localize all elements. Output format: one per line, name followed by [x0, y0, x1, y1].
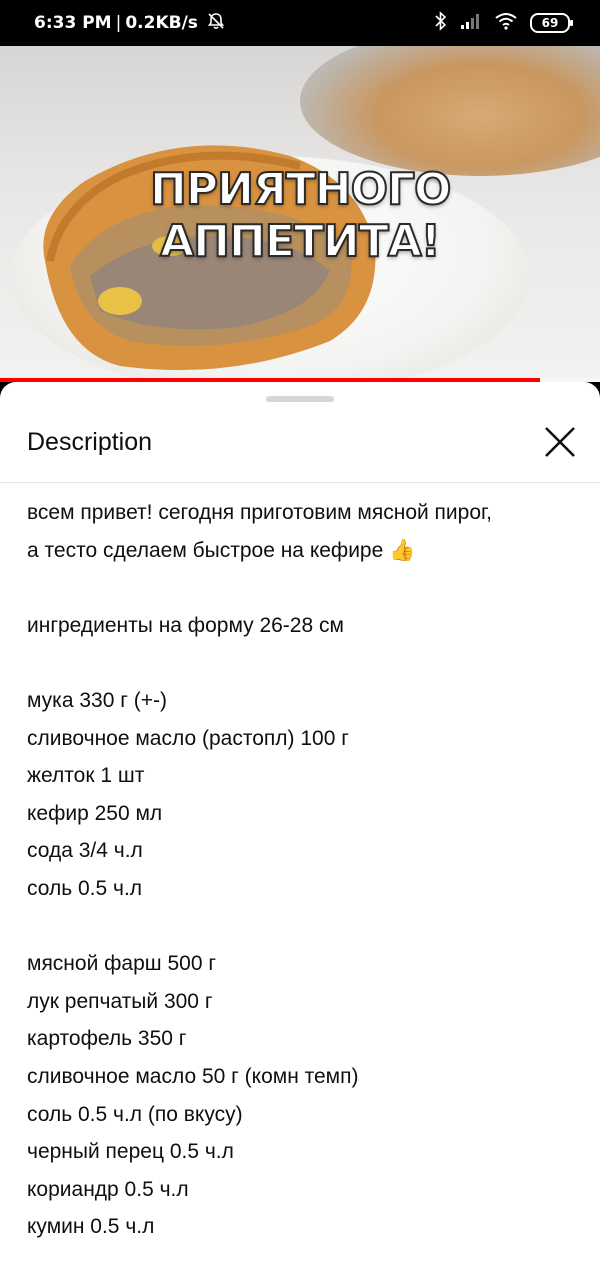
description-line [27, 644, 587, 682]
close-icon [545, 427, 575, 457]
cell-signal-icon [460, 12, 482, 35]
status-separator: | [115, 13, 122, 33]
wifi-icon [494, 12, 518, 35]
video-player[interactable]: ПРИЯТНОГО АППЕТИТА! [0, 46, 600, 382]
status-right: 69 [434, 10, 573, 36]
description-line [27, 569, 587, 607]
description-line: всем привет! сегодня приготовим мясной п… [27, 501, 492, 524]
status-network-speed: 0.2KB/s [125, 13, 198, 33]
bluetooth-icon [434, 10, 448, 36]
description-line [27, 908, 587, 946]
battery-level: 69 [541, 16, 559, 30]
description-line: кориандр 0.5 ч.л [27, 1177, 189, 1201]
description-line: кумин 0.5 ч.л [27, 1215, 155, 1239]
overlay-line-1: ПРИЯТНОГО [149, 163, 452, 216]
description-line: желток 1 шт [27, 764, 145, 788]
video-overlay-title: ПРИЯТНОГО АППЕТИТА! [149, 163, 452, 268]
description-line: мука 330 г (+-) [27, 688, 167, 712]
close-button[interactable] [536, 418, 584, 466]
status-time: 6:33 PM [34, 13, 112, 33]
description-line: черный перец 0.5 ч.л [27, 1140, 234, 1164]
battery-icon: 69 [530, 13, 573, 33]
description-body: всем привет! сегодня приготовим мясной п… [27, 494, 587, 1246]
status-left: 6:33 PM | 0.2KB/s [34, 11, 226, 36]
description-panel: Description всем привет! сегодня пригото… [0, 382, 600, 1265]
description-line: соль 0.5 ч.л (по вкусу) [27, 1102, 243, 1126]
description-line: ингредиенты на форму 26-28 см [27, 613, 344, 637]
status-bar: 6:33 PM | 0.2KB/s 69 [0, 0, 600, 46]
description-line: кефир 250 мл [27, 801, 163, 825]
mute-notifications-icon [206, 11, 226, 36]
description-line: картофель 350 г [27, 1027, 187, 1051]
description-line: сливочное масло (растопл) 100 г [27, 726, 349, 750]
description-line: соль 0.5 ч.л [27, 876, 143, 900]
overlay-line-2: АППЕТИТА! [159, 215, 442, 268]
description-line: сода 3/4 ч.л [27, 839, 143, 863]
drag-handle[interactable] [266, 396, 334, 402]
description-line: мясной фарш 500 г [27, 952, 216, 976]
description-line: а тесто сделаем быстрое на кефире 👍 [27, 538, 416, 562]
description-line: лук репчатый 300 г [27, 989, 213, 1013]
description-line: сливочное масло 50 г (комн темп) [27, 1064, 359, 1088]
description-title: Description [27, 428, 153, 456]
description-header: Description [0, 406, 600, 483]
